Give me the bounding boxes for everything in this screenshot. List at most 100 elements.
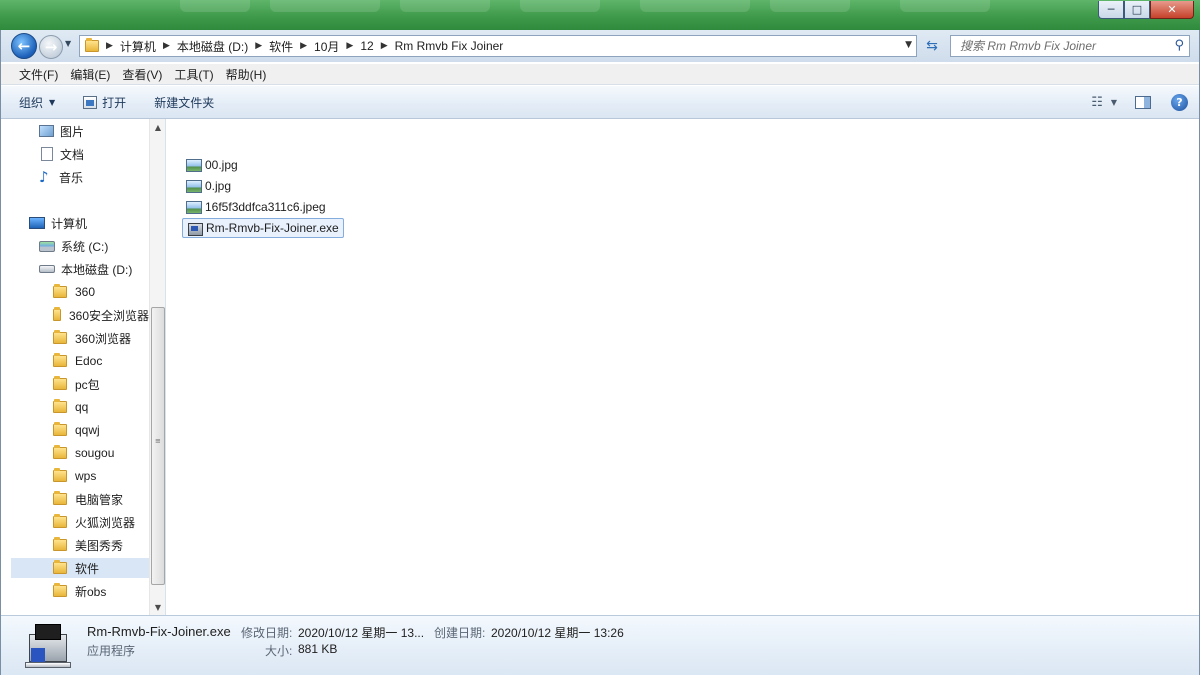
forward-button[interactable]: → [39, 35, 63, 59]
nav-item-label: 软件 [75, 561, 100, 576]
open-program-icon [83, 95, 98, 109]
file-name: 00.jpg [205, 158, 238, 172]
nav-item-label: 电脑管家 [75, 492, 124, 507]
nav-scrollbar[interactable]: ▲ ≡ ▼ [149, 119, 165, 615]
nav-folder-360-browser[interactable]: 360浏览器 [1, 328, 149, 348]
chevron-right-icon[interactable]: ▶ [163, 41, 170, 51]
menu-help[interactable]: 帮助(H) [220, 66, 273, 83]
help-icon[interactable]: ? [1171, 94, 1188, 111]
menu-view[interactable]: 查看(V) [116, 66, 168, 83]
folder-icon [53, 537, 67, 551]
nav-folder-sougou[interactable]: sougou [1, 443, 149, 463]
nav-item-music[interactable]: ♪ 音乐 [1, 167, 149, 187]
nav-item-label: 360 [75, 285, 96, 299]
address-history-dropdown[interactable]: ▼ [905, 40, 912, 50]
folder-icon [53, 376, 67, 390]
details-created-label: 创建日期: [434, 626, 486, 640]
chevron-right-icon[interactable]: ▶ [106, 41, 113, 51]
arrow-right-icon: → [44, 38, 58, 56]
refresh-button[interactable]: ⇆ [921, 35, 943, 57]
chevron-right-icon[interactable]: ▶ [346, 41, 353, 51]
nav-item-label: 火狐浏览器 [75, 515, 136, 530]
address-bar[interactable]: ▶ 计算机 ▶ 本地磁盘 (D:) ▶ 软件 ▶ 10月 ▶ 12 ▶ Rm R… [79, 35, 917, 57]
nav-item-label: 文档 [60, 147, 85, 162]
folder-icon [53, 445, 67, 459]
nav-item-pictures[interactable]: 图片 [1, 121, 149, 141]
nav-folder-pc-package[interactable]: pc包 [1, 374, 149, 394]
nav-item-computer[interactable]: 计算机 [1, 213, 149, 233]
preview-pane-icon[interactable] [1135, 96, 1151, 109]
search-input[interactable] [951, 36, 1161, 56]
nav-folder-firefox[interactable]: 火狐浏览器 [1, 512, 149, 532]
file-item[interactable]: 0.jpg [182, 176, 235, 196]
menu-edit[interactable]: 编辑(E) [64, 66, 116, 83]
nav-folder-wps[interactable]: wps [1, 466, 149, 486]
scrollbar-thumb[interactable]: ≡ [151, 307, 165, 585]
file-name: 16f5f3ddfca311c6.jpeg [205, 200, 326, 214]
menu-tools[interactable]: 工具(T) [168, 66, 219, 83]
search-box[interactable]: ⚲ [950, 35, 1190, 57]
navigation-pane: 图片 文档 ♪ 音乐 计算机 系统 (C:) 本地磁盘 (D:) 360 360… [1, 119, 166, 615]
arrow-left-icon: ← [17, 37, 31, 55]
file-item[interactable]: 16f5f3ddfca311c6.jpeg [182, 197, 330, 217]
command-bar: 组织 ▼ 打开 新建文件夹 ☷ ▼ ? [1, 86, 1199, 119]
nav-folder-software[interactable]: 软件 [11, 558, 149, 578]
nav-item-documents[interactable]: 文档 [1, 144, 149, 164]
menu-bar: 文件(F) 编辑(E) 查看(V) 工具(T) 帮助(H) [1, 64, 1199, 85]
folder-icon [53, 330, 67, 344]
breadcrumb-drive-d[interactable]: 本地磁盘 (D:) [177, 38, 248, 55]
nav-folder-360[interactable]: 360 [1, 282, 149, 302]
breadcrumb-computer[interactable]: 计算机 [120, 38, 156, 55]
nav-folder-qq[interactable]: qq [1, 397, 149, 417]
folder-icon [53, 399, 67, 413]
menu-file[interactable]: 文件(F) [13, 66, 64, 83]
chevron-right-icon[interactable]: ▶ [300, 41, 307, 51]
breadcrumb-software[interactable]: 软件 [269, 38, 293, 55]
open-button[interactable]: 打开 [75, 89, 134, 115]
nav-item-drive-d[interactable]: 本地磁盘 (D:) [1, 259, 149, 279]
nav-item-drive-c[interactable]: 系统 (C:) [1, 236, 149, 256]
nav-folder-meitu[interactable]: 美图秀秀 [1, 535, 149, 555]
search-icon[interactable]: ⚲ [1174, 38, 1184, 53]
refresh-icon: ⇆ [926, 38, 938, 54]
breadcrumb-current-folder[interactable]: Rm Rmvb Fix Joiner [395, 39, 504, 53]
nav-folder-qqwj[interactable]: qqwj [1, 420, 149, 440]
recent-pages-dropdown[interactable]: ▼ [65, 39, 71, 48]
details-filename: Rm-Rmvb-Fix-Joiner.exe [87, 624, 231, 639]
nav-folder-edoc[interactable]: Edoc [1, 351, 149, 371]
pictures-library-icon [39, 125, 54, 137]
details-type: 应用程序 [87, 644, 136, 658]
file-item[interactable]: 00.jpg [182, 155, 242, 175]
nav-folder-360-safe-browser[interactable]: 360安全浏览器 [1, 305, 149, 325]
exe-installer-icon [187, 220, 204, 236]
nav-item-label: pc包 [75, 377, 100, 392]
maximize-button[interactable]: □ [1124, 1, 1150, 19]
view-options-dropdown-icon[interactable]: ▼ [1107, 98, 1121, 107]
scroll-down-icon[interactable]: ▼ [150, 599, 165, 615]
chevron-right-icon[interactable]: ▶ [381, 41, 388, 51]
nav-item-label: 音乐 [59, 170, 84, 185]
exe-installer-icon [23, 620, 73, 670]
caret-down-icon: ▼ [49, 97, 56, 107]
back-button[interactable]: ← [11, 33, 37, 59]
nav-folder-pc-manager[interactable]: 电脑管家 [1, 489, 149, 509]
organize-button[interactable]: 组织 ▼ [11, 89, 63, 115]
breadcrumb-october[interactable]: 10月 [314, 38, 339, 55]
nav-folder-new-obs[interactable]: 新obs [1, 581, 149, 601]
close-button[interactable]: ✕ [1150, 1, 1194, 19]
details-size-label: 大小: [265, 644, 293, 658]
details-modified-label: 修改日期: [241, 626, 293, 640]
details-size-value: 881 KB [298, 642, 338, 656]
view-controls: ☷ ▼ ? [1087, 86, 1199, 119]
minimize-button[interactable]: ─ [1098, 1, 1124, 19]
chevron-right-icon[interactable]: ▶ [255, 41, 262, 51]
file-item-selected[interactable]: Rm-Rmvb-Fix-Joiner.exe [182, 218, 344, 238]
window-titlebar: ─ □ ✕ [0, 0, 1200, 30]
new-folder-button[interactable]: 新建文件夹 [146, 89, 222, 115]
scroll-up-icon[interactable]: ▲ [150, 119, 165, 135]
folder-icon [53, 514, 67, 528]
music-note-icon: ♪ [39, 168, 49, 186]
folder-icon [53, 468, 67, 482]
breadcrumb-12[interactable]: 12 [360, 39, 373, 53]
view-options-icon[interactable]: ☷ [1087, 95, 1107, 110]
